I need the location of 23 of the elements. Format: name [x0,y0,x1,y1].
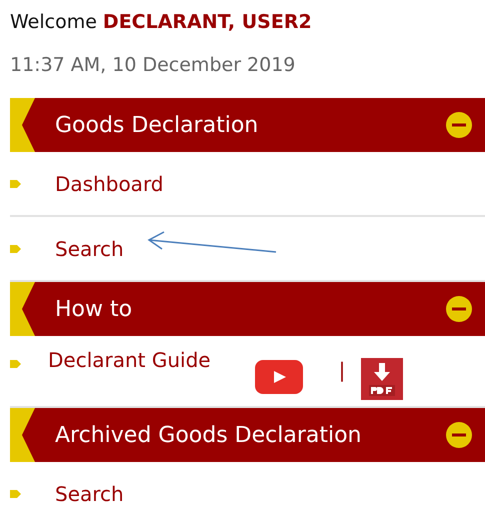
date-time: 11:37 AM, 10 December 2019 [10,53,296,78]
separator-text: | [338,358,346,382]
header-tab-icon [10,408,35,462]
bullet-icon [10,490,21,498]
menu-link[interactable]: Search [55,236,124,260]
collapse-icon[interactable] [445,421,473,449]
section-header[interactable]: How to [10,282,485,336]
section-header[interactable]: Archived Goods Declaration [10,408,485,462]
menu-link[interactable]: Declarant Guide [48,348,211,372]
user-name: DECLARANT, USER2 [102,11,312,33]
section-header[interactable]: Goods Declaration [10,98,485,152]
bullet-icon [10,180,21,188]
collapse-icon[interactable] [445,111,473,139]
menu-link[interactable]: Search [55,482,124,506]
bullet-icon [10,360,21,368]
header-tab-icon [10,98,35,152]
pdf-download-icon[interactable] [361,358,404,400]
menu-link[interactable]: Dashboard [55,172,164,196]
collapse-icon[interactable] [445,295,473,323]
bullet-icon [10,244,21,252]
welcome-text: Welcome [10,11,97,33]
header-tab-icon [10,282,35,336]
play-video-icon[interactable] [254,360,303,394]
